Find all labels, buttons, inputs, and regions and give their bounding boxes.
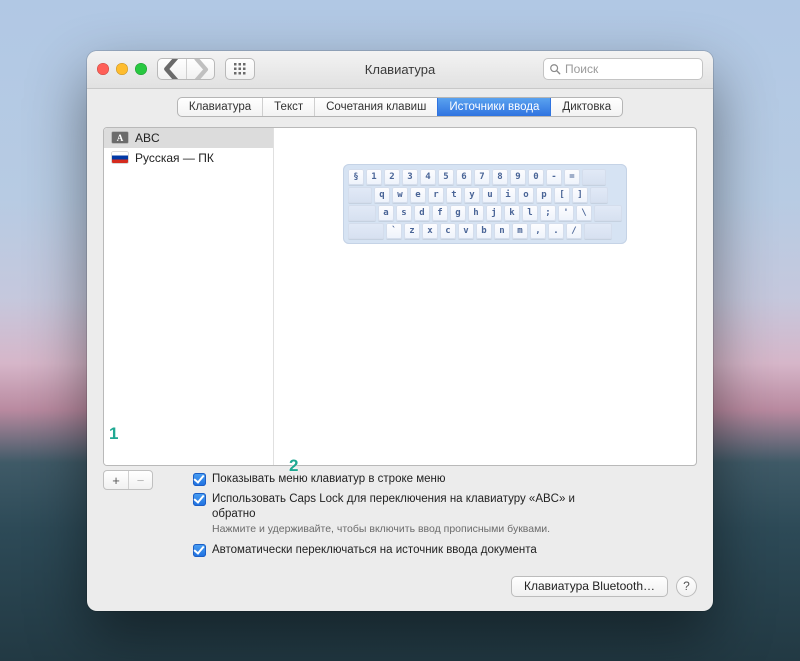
key: v	[458, 223, 474, 239]
capslock-hint: Нажмите и удерживайте, чтобы включить вв…	[212, 523, 592, 535]
tab-3[interactable]: Источники ввода	[437, 98, 550, 116]
checkbox-checked-icon	[193, 473, 206, 486]
key: o	[518, 187, 534, 203]
abc-flag-icon: A	[112, 132, 128, 143]
key: b	[476, 223, 492, 239]
search-input[interactable]	[565, 62, 697, 76]
keyboard-preview: §1234567890-= qwertyuiop[] asdfghjkl;'\ `zx…	[343, 164, 627, 244]
key: c	[440, 223, 456, 239]
key: .	[548, 223, 564, 239]
key: 4	[420, 169, 436, 185]
key: -	[546, 169, 562, 185]
footer: Клавиатура Bluetooth… ?	[87, 570, 713, 611]
preferences-window: Клавиатура КлавиатураТекстСочетания клав…	[87, 51, 713, 611]
autoswitch-label: Автоматически переключаться на источник …	[212, 543, 537, 557]
zoom-button[interactable]	[135, 63, 147, 75]
source-row-0[interactable]: A ABC	[104, 128, 273, 148]
capslock-checkbox-row[interactable]: Использовать Caps Lock для переключения …	[193, 492, 592, 521]
key: q	[374, 187, 390, 203]
titlebar: Клавиатура	[87, 51, 713, 89]
autoswitch-checkbox-row[interactable]: Автоматически переключаться на источник …	[193, 543, 592, 557]
below-panel-row: + − Показывать меню клавиатур в строке м…	[103, 466, 697, 558]
keyboard-preview-column: §1234567890-= qwertyuiop[] asdfghjkl;'\ `zx…	[274, 128, 696, 466]
show-menu-checkbox-row[interactable]: Показывать меню клавиатур в строке меню	[193, 472, 592, 486]
add-remove-control: + −	[103, 470, 153, 490]
key: j	[486, 205, 502, 221]
key: [	[554, 187, 570, 203]
key: g	[450, 205, 466, 221]
key: m	[512, 223, 528, 239]
key: 2	[384, 169, 400, 185]
source-label: ABC	[135, 131, 160, 145]
add-source-button[interactable]: +	[104, 471, 128, 489]
key: l	[522, 205, 538, 221]
options-group: Показывать меню клавиатур в строке меню …	[193, 470, 592, 558]
minimize-button[interactable]	[116, 63, 128, 75]
sources-panel: A ABC Русская — ПК §1234567890-= qwertyuiop…	[103, 127, 697, 467]
sources-list[interactable]: A ABC Русская — ПК	[104, 128, 273, 466]
key: 5	[438, 169, 454, 185]
key: k	[504, 205, 520, 221]
capslock-label: Использовать Caps Lock для переключения …	[212, 492, 592, 521]
key: \	[576, 205, 592, 221]
back-button[interactable]	[158, 59, 186, 79]
key: f	[432, 205, 448, 221]
key: w	[392, 187, 408, 203]
key: /	[566, 223, 582, 239]
main-content: A ABC Русская — ПК §1234567890-= qwertyuiop…	[87, 123, 713, 570]
key: §	[348, 169, 364, 185]
key: ;	[540, 205, 556, 221]
search-icon	[549, 63, 561, 75]
key: 0	[528, 169, 544, 185]
key: ]	[572, 187, 588, 203]
rus-flag-icon	[112, 152, 128, 163]
tab-0[interactable]: Клавиатура	[178, 98, 262, 116]
tab-1[interactable]: Текст	[262, 98, 314, 116]
nav-back-forward	[157, 58, 215, 80]
key: =	[564, 169, 580, 185]
key: z	[404, 223, 420, 239]
key: s	[396, 205, 412, 221]
key: i	[500, 187, 516, 203]
tab-4[interactable]: Диктовка	[550, 98, 622, 116]
key: t	[446, 187, 462, 203]
key: d	[414, 205, 430, 221]
key: 3	[402, 169, 418, 185]
show-all-button[interactable]	[225, 58, 255, 80]
show-menu-label: Показывать меню клавиатур в строке меню	[212, 472, 446, 486]
key: e	[410, 187, 426, 203]
help-button[interactable]: ?	[676, 576, 697, 597]
close-button[interactable]	[97, 63, 109, 75]
window-controls	[97, 63, 147, 75]
key: 8	[492, 169, 508, 185]
key: ,	[530, 223, 546, 239]
key: x	[422, 223, 438, 239]
forward-button[interactable]	[186, 59, 214, 79]
sources-list-column: A ABC Русская — ПК	[104, 128, 274, 466]
tab-2[interactable]: Сочетания клавиш	[314, 98, 437, 116]
source-row-1[interactable]: Русская — ПК	[104, 148, 273, 168]
key: 1	[366, 169, 382, 185]
key: 6	[456, 169, 472, 185]
search-field[interactable]	[543, 58, 703, 80]
bluetooth-keyboard-button[interactable]: Клавиатура Bluetooth…	[511, 576, 668, 597]
key: h	[468, 205, 484, 221]
key: n	[494, 223, 510, 239]
key: p	[536, 187, 552, 203]
source-label: Русская — ПК	[135, 151, 214, 165]
key: y	[464, 187, 480, 203]
remove-source-button[interactable]: −	[128, 471, 152, 489]
checkbox-checked-icon	[193, 493, 206, 506]
key: `	[386, 223, 402, 239]
key: a	[378, 205, 394, 221]
tab-bar: КлавиатураТекстСочетания клавишИсточники…	[87, 89, 713, 123]
key: u	[482, 187, 498, 203]
key: 7	[474, 169, 490, 185]
key: 9	[510, 169, 526, 185]
key: '	[558, 205, 574, 221]
key: r	[428, 187, 444, 203]
checkbox-checked-icon	[193, 544, 206, 557]
